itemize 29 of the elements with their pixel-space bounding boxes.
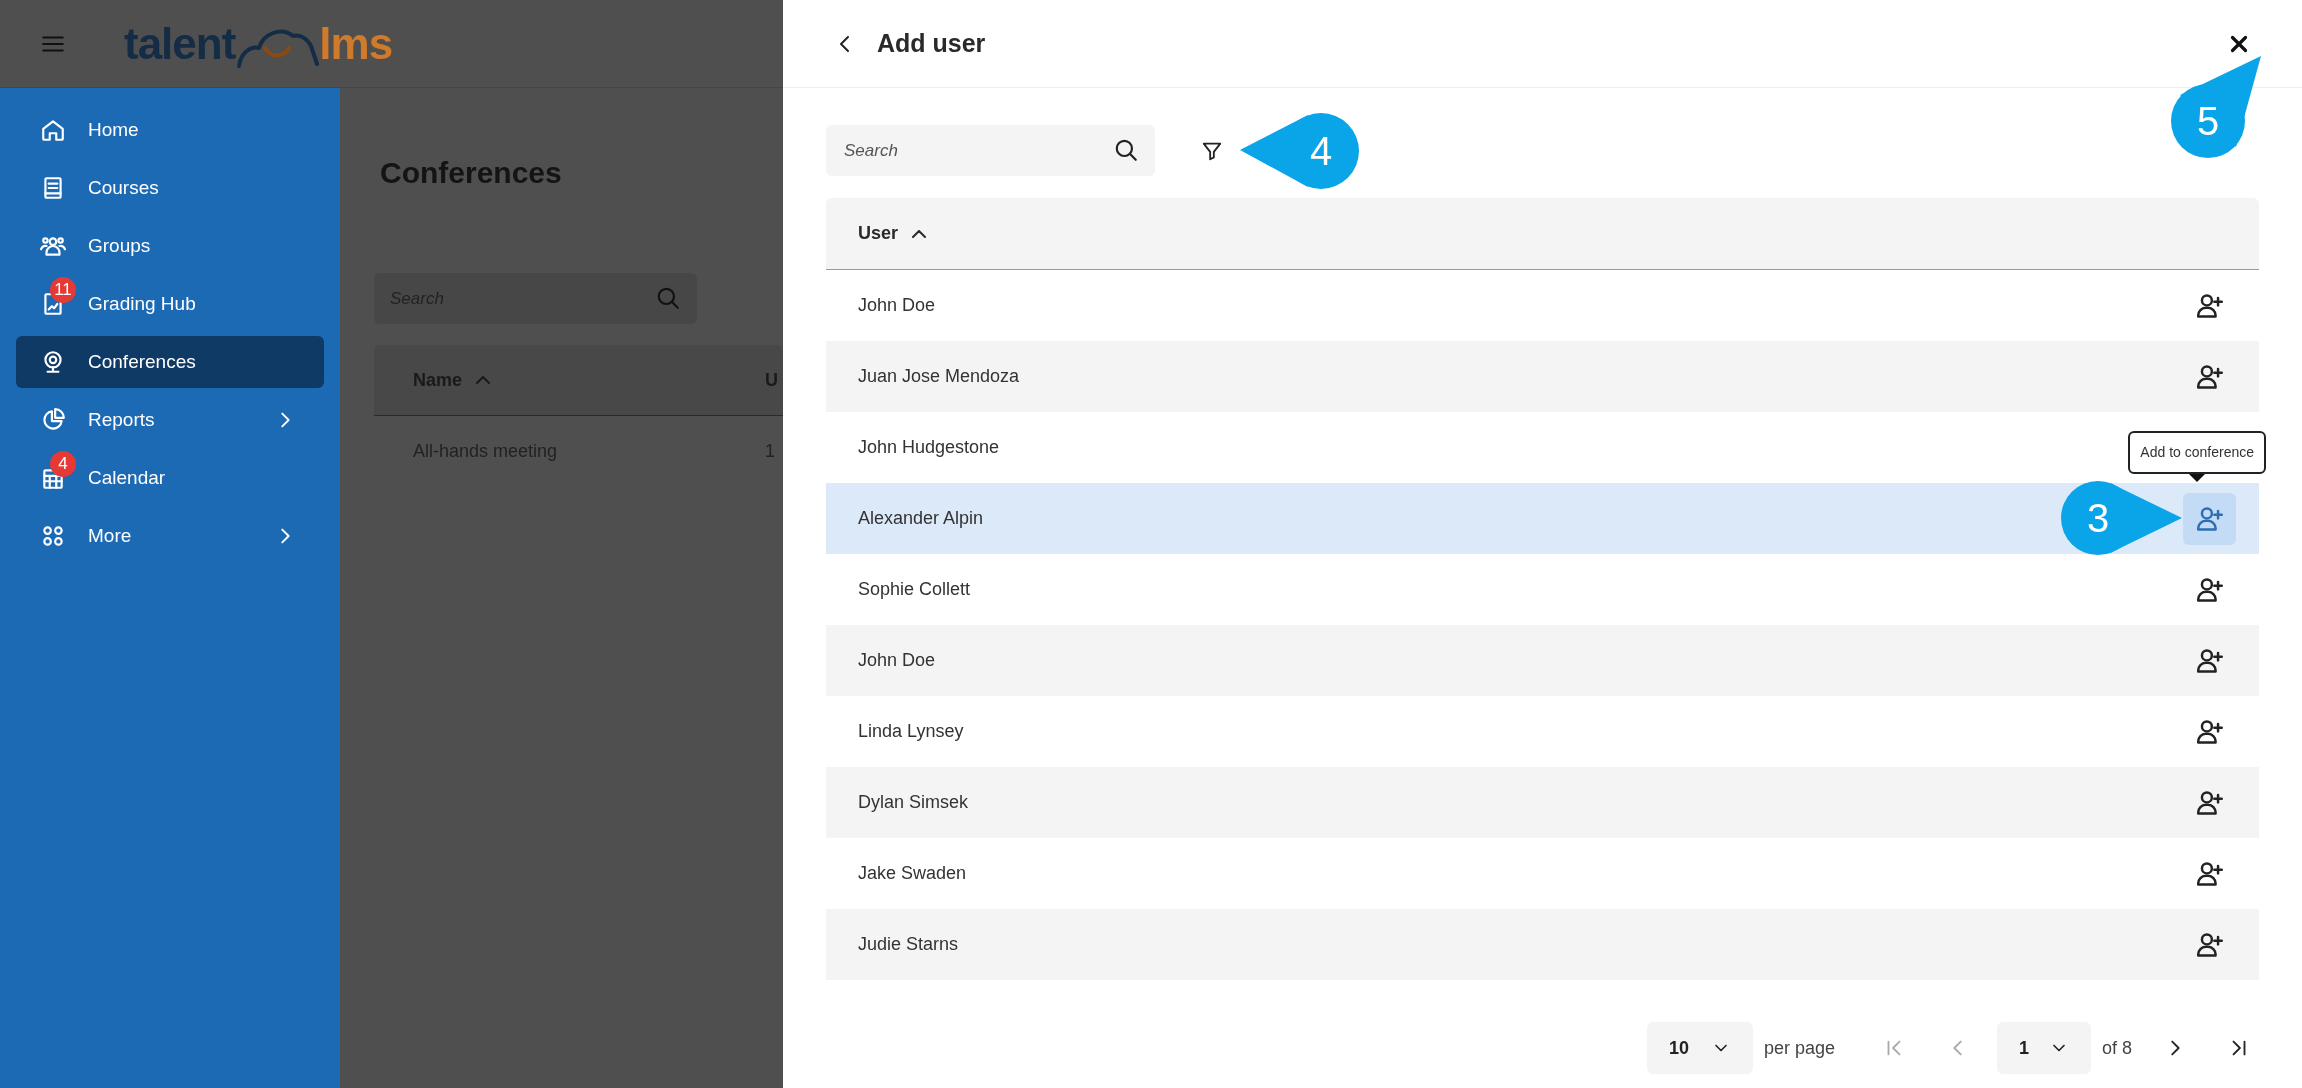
page-total: of 8 bbox=[2101, 1036, 2132, 1060]
user-name: Dylan Simsek bbox=[858, 791, 969, 814]
notification-badge: 4 bbox=[50, 451, 76, 477]
sidebar-item-label: Conferences bbox=[88, 349, 197, 374]
user-name: John Doe bbox=[858, 649, 936, 672]
sidebar-item-label: Groups bbox=[88, 233, 152, 258]
user-name: John Doe bbox=[858, 294, 936, 317]
per-page-value: 10 bbox=[1668, 1036, 1689, 1060]
sidebar-item-label: Home bbox=[88, 117, 140, 142]
logo-text: lms bbox=[319, 21, 393, 66]
sidebar-item-label: Calendar bbox=[88, 465, 167, 490]
page-number: 1 bbox=[2018, 1036, 2029, 1060]
per-page-label: per page bbox=[1763, 1036, 1835, 1060]
user-name: Jake Swaden bbox=[858, 862, 967, 885]
user-name: Judie Starns bbox=[858, 933, 959, 956]
user-name: Sophie Collett bbox=[858, 578, 971, 601]
user-name: Alexander Alpin bbox=[858, 507, 984, 530]
panel-title: Add user bbox=[877, 27, 987, 59]
logo-text: talent bbox=[124, 21, 236, 66]
notification-badge: 11 bbox=[50, 277, 76, 303]
sidebar-item-label: Courses bbox=[88, 175, 160, 200]
user-name: Linda Lynsey bbox=[858, 720, 964, 743]
sidebar-item-label: Reports bbox=[88, 407, 156, 432]
page-title: Conferences bbox=[379, 155, 563, 191]
sidebar-item-label: More bbox=[88, 523, 133, 548]
user-name: John Hudgestone bbox=[858, 436, 1000, 459]
tooltip: Add to conference bbox=[2128, 431, 2266, 474]
user-name: Juan Jose Mendoza bbox=[858, 365, 1020, 388]
sidebar-item-label: Grading Hub bbox=[88, 291, 197, 316]
